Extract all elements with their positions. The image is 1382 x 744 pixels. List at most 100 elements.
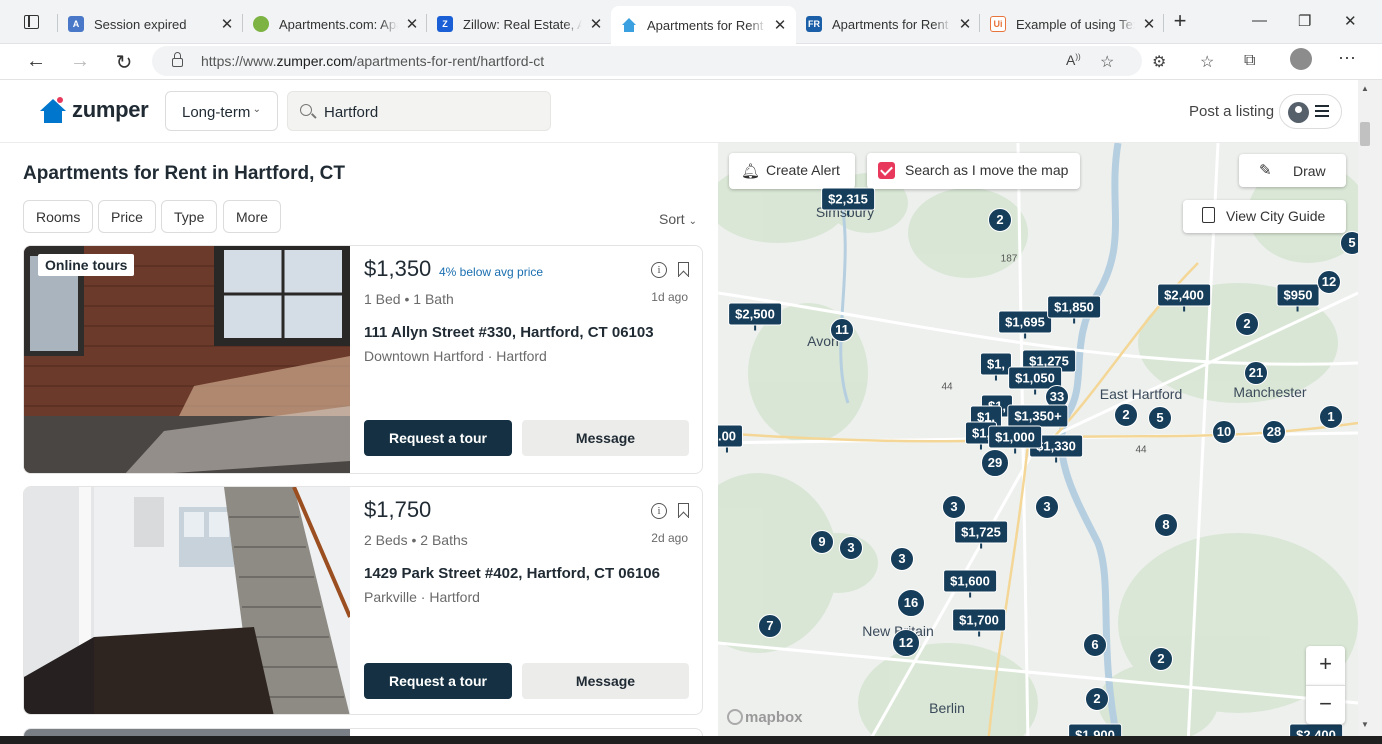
- search-as-move-toggle[interactable]: Search as I move the map: [867, 153, 1080, 189]
- cluster-marker[interactable]: 3: [942, 495, 966, 519]
- cluster-marker[interactable]: 6: [1083, 633, 1107, 657]
- profile-avatar[interactable]: [1290, 48, 1312, 70]
- cluster-marker[interactable]: 9: [810, 530, 834, 554]
- price-pin[interactable]: .00: [718, 424, 744, 453]
- price-pin[interactable]: $1,725: [954, 520, 1008, 549]
- location-search-input[interactable]: Hartford: [287, 91, 551, 131]
- tab-session-expired[interactable]: A Session expired ✕: [58, 6, 243, 42]
- price-pin[interactable]: $950: [1276, 283, 1320, 312]
- price-pin[interactable]: $1,350+: [1007, 404, 1069, 433]
- collections-icon[interactable]: ⧉: [1244, 52, 1255, 70]
- request-tour-button[interactable]: Request a tour: [364, 420, 512, 456]
- zoom-out-button[interactable]: −: [1306, 685, 1345, 724]
- cluster-marker[interactable]: 12: [892, 629, 920, 657]
- filter-price-button[interactable]: Price: [98, 200, 156, 233]
- cluster-marker[interactable]: 11: [830, 318, 854, 342]
- bookmark-icon[interactable]: [678, 262, 689, 277]
- tab-apartments-com[interactable]: Apartments.com: Apar ✕: [243, 6, 428, 42]
- close-tab-icon[interactable]: ✕: [588, 15, 604, 33]
- cluster-marker[interactable]: 2: [1149, 647, 1173, 671]
- post-listing-link[interactable]: Post a listing: [1189, 103, 1274, 120]
- tab-actions-icon[interactable]: [24, 15, 39, 29]
- cluster-marker[interactable]: 7: [758, 614, 782, 638]
- cluster-marker[interactable]: 2: [1085, 687, 1109, 711]
- bookmark-icon[interactable]: [678, 503, 689, 518]
- refresh-icon[interactable]: ↻: [112, 50, 136, 75]
- filter-type-button[interactable]: Type: [161, 200, 218, 233]
- zoom-in-button[interactable]: +: [1306, 646, 1345, 685]
- message-button[interactable]: Message: [522, 663, 689, 699]
- close-window-icon[interactable]: ✕: [1344, 12, 1357, 30]
- page-scrollbar[interactable]: ▲ ▼: [1358, 80, 1382, 744]
- scroll-down-icon[interactable]: ▼: [1361, 720, 1369, 729]
- cluster-marker[interactable]: 1: [1319, 405, 1343, 429]
- mapbox-attribution[interactable]: mapbox: [727, 709, 803, 726]
- close-tab-icon[interactable]: ✕: [404, 15, 420, 33]
- extensions-icon[interactable]: ⚙: [1152, 52, 1166, 72]
- cluster-marker[interactable]: 3: [839, 536, 863, 560]
- close-tab-icon[interactable]: ✕: [1141, 15, 1157, 33]
- read-aloud-icon[interactable]: A)): [1066, 52, 1081, 68]
- price-pin[interactable]: $2,400: [1157, 283, 1211, 312]
- forward-icon[interactable]: →: [68, 50, 92, 73]
- listing-photo[interactable]: Online tours: [24, 246, 350, 473]
- close-tab-icon[interactable]: ✕: [957, 15, 973, 33]
- lock-icon[interactable]: [172, 52, 183, 67]
- close-tab-icon[interactable]: ✕: [219, 15, 235, 33]
- cluster-marker[interactable]: 21: [1244, 361, 1268, 385]
- price-pin[interactable]: $1,600: [943, 569, 997, 598]
- user-menu-button[interactable]: [1279, 94, 1342, 129]
- request-tour-button[interactable]: Request a tour: [364, 663, 512, 699]
- term-select[interactable]: Long-term ⌄: [165, 91, 278, 131]
- restore-icon[interactable]: ❐: [1298, 12, 1311, 30]
- listing-photo[interactable]: [24, 487, 350, 714]
- listing-card[interactable]: $1,750 i 2 Beds • 2 Baths 2d ago 1429 Pa…: [23, 486, 703, 715]
- cluster-marker[interactable]: 28: [1262, 420, 1286, 444]
- tab-forrent[interactable]: FR Apartments for Rent | ✕: [796, 6, 981, 42]
- new-tab-icon[interactable]: +: [1170, 10, 1190, 32]
- tab-zumper-active[interactable]: Apartments for Rent In ✕: [611, 6, 796, 44]
- back-icon[interactable]: ←: [24, 50, 48, 73]
- minimize-icon[interactable]: —: [1252, 12, 1267, 29]
- cluster-marker[interactable]: 10: [1212, 420, 1236, 444]
- checkbox-checked-icon[interactable]: [878, 162, 895, 179]
- cluster-marker[interactable]: 2: [1235, 312, 1259, 336]
- filter-rooms-button[interactable]: Rooms: [23, 200, 94, 233]
- cluster-marker[interactable]: 2: [988, 208, 1012, 232]
- tab-zillow[interactable]: Z Zillow: Real Estate, Ap ✕: [427, 6, 612, 42]
- close-tab-icon[interactable]: ✕: [772, 16, 788, 34]
- price-pin[interactable]: $2,500: [728, 302, 782, 331]
- price-pin[interactable]: $1,695: [998, 310, 1052, 339]
- more-menu-icon[interactable]: ⋯: [1338, 48, 1356, 69]
- listing-card[interactable]: Online tours $1,350 4% below avg price i…: [23, 245, 703, 474]
- cluster-marker[interactable]: 3: [1035, 495, 1059, 519]
- listing-address[interactable]: 111 Allyn Street #330, Hartford, CT 0610…: [364, 324, 654, 341]
- cluster-marker[interactable]: 12: [1317, 270, 1341, 294]
- message-button[interactable]: Message: [522, 420, 689, 456]
- favorites-icon[interactable]: ☆: [1200, 52, 1214, 72]
- info-icon[interactable]: i: [651, 503, 667, 519]
- cluster-marker[interactable]: 5: [1148, 406, 1172, 430]
- add-favorite-icon[interactable]: ☆: [1100, 52, 1114, 72]
- map-panel[interactable]: 🔔︎ Create Alert Search as I move the map…: [718, 143, 1358, 744]
- view-city-guide-button[interactable]: View City Guide: [1183, 200, 1346, 233]
- cluster-marker[interactable]: 29: [981, 449, 1009, 477]
- cluster-marker[interactable]: 16: [897, 589, 925, 617]
- cluster-marker[interactable]: 8: [1154, 513, 1178, 537]
- info-icon[interactable]: i: [651, 262, 667, 278]
- url-field[interactable]: https://www.zumper.com/apartments-for-re…: [152, 46, 1142, 76]
- cluster-marker[interactable]: 5: [1340, 231, 1358, 255]
- price-pin[interactable]: $2,315: [821, 187, 875, 216]
- price-pin[interactable]: $1,000: [988, 425, 1042, 454]
- price-pin[interactable]: $1,850: [1047, 295, 1101, 324]
- zumper-logo[interactable]: zumper: [40, 97, 149, 123]
- sort-dropdown[interactable]: Sort ⌄: [659, 211, 697, 227]
- price-pin[interactable]: $1,700: [952, 608, 1006, 637]
- draw-button[interactable]: ✎ Draw: [1239, 154, 1346, 187]
- filter-more-button[interactable]: More: [223, 200, 281, 233]
- scrollbar-thumb[interactable]: [1360, 122, 1370, 146]
- cluster-marker[interactable]: 2: [1114, 403, 1138, 427]
- listing-address[interactable]: 1429 Park Street #402, Hartford, CT 0610…: [364, 565, 660, 582]
- cluster-marker[interactable]: 3: [890, 547, 914, 571]
- scroll-up-icon[interactable]: ▲: [1361, 84, 1369, 93]
